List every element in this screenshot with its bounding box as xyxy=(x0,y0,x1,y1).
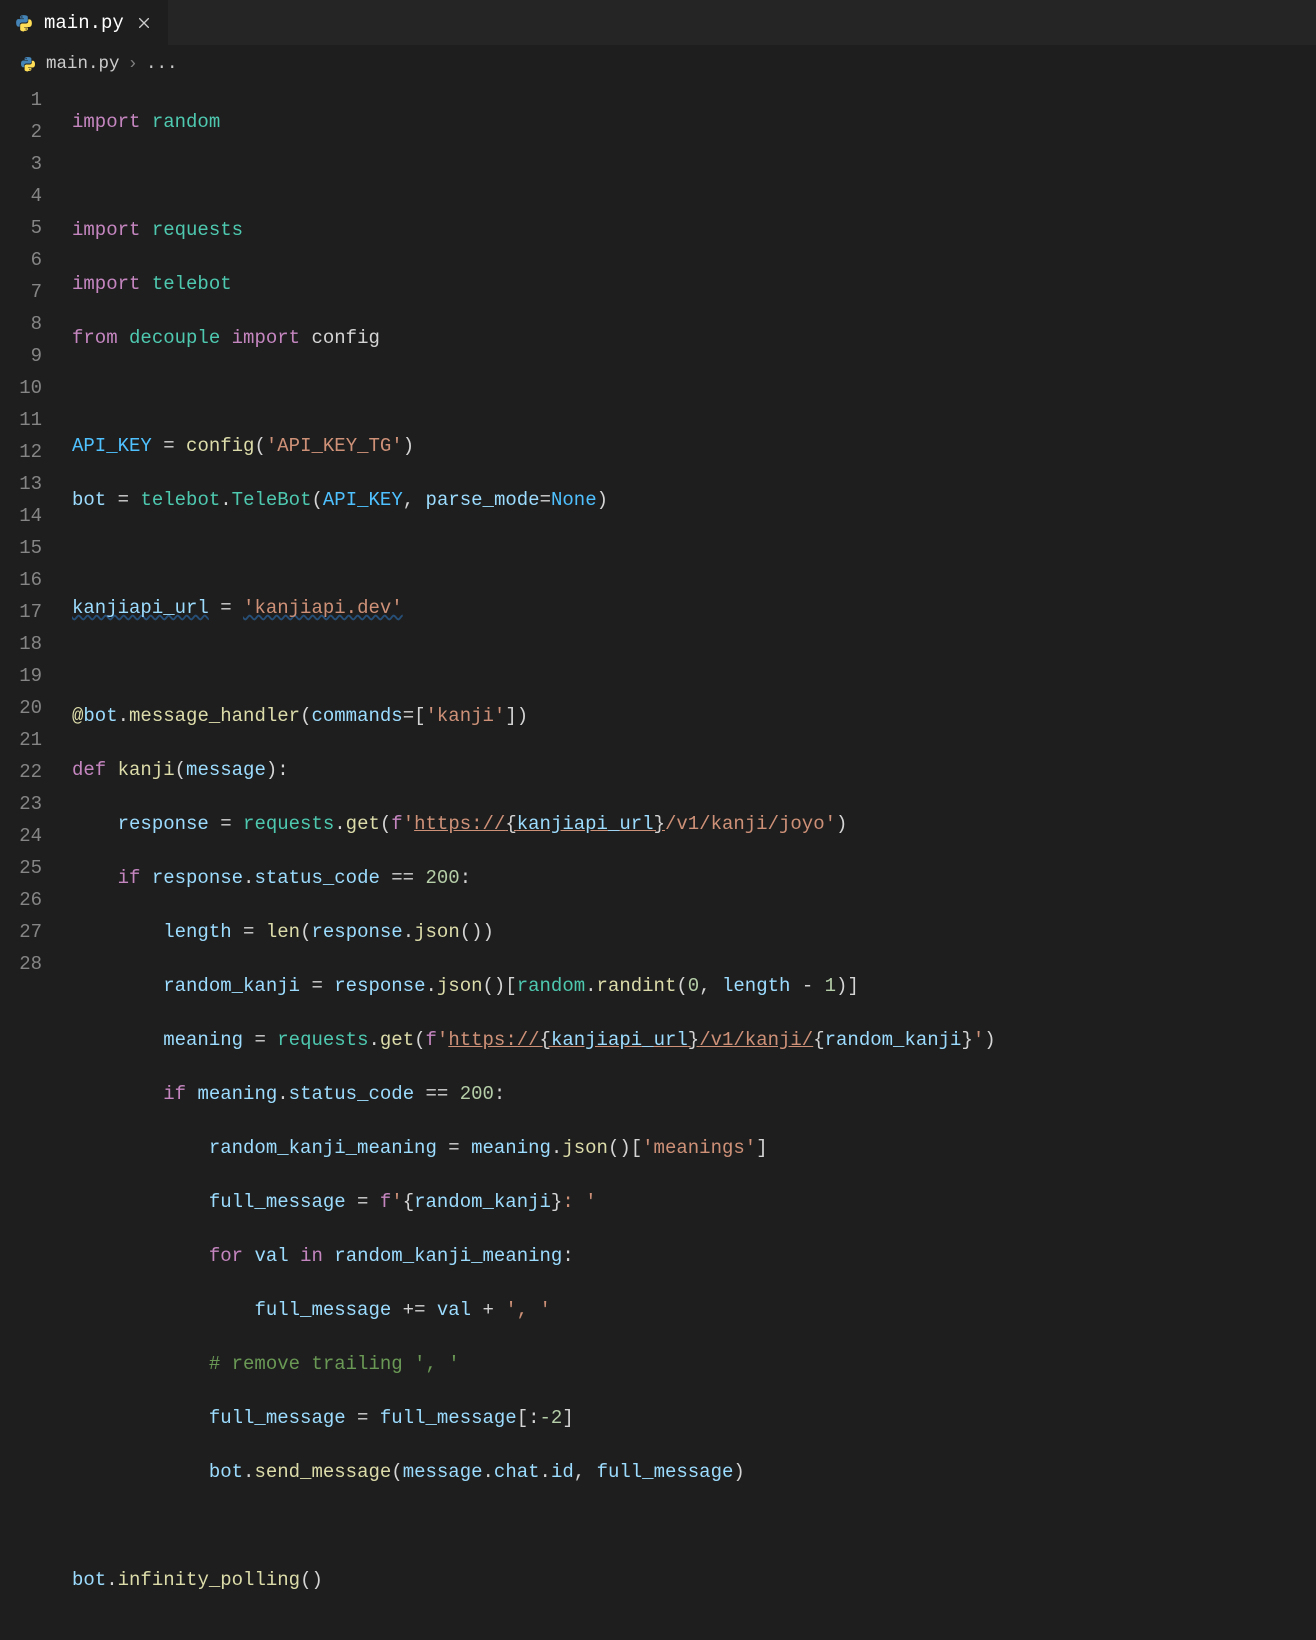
tab-filename: main.py xyxy=(44,12,124,34)
breadcrumb[interactable]: main.py › ... xyxy=(0,46,1316,82)
tab-bar: main.py xyxy=(0,0,1316,46)
code-content[interactable]: import random import requests import tel… xyxy=(72,84,1316,1640)
code-editor[interactable]: 1 2 3 4 5 6 7 8 9 10 11 12 13 14 15 16 1… xyxy=(0,82,1316,1640)
chevron-right-icon: › xyxy=(128,54,139,74)
python-icon xyxy=(20,55,38,73)
breadcrumb-symbol: ... xyxy=(146,54,178,74)
python-icon xyxy=(14,13,34,33)
line-number-gutter: 1 2 3 4 5 6 7 8 9 10 11 12 13 14 15 16 1… xyxy=(0,84,72,1640)
breadcrumb-filename: main.py xyxy=(46,54,120,74)
close-icon[interactable] xyxy=(134,13,154,33)
tab-main-py[interactable]: main.py xyxy=(0,0,168,45)
